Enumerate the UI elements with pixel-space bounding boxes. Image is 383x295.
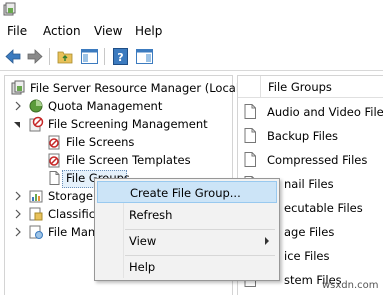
list-item[interactable]: Compressed Files (238, 148, 383, 172)
menu-view[interactable]: View (94, 24, 122, 38)
menu-action[interactable]: Action (43, 24, 81, 38)
tree-label: File Screening Management (48, 117, 208, 131)
file-group-icon (244, 104, 256, 119)
storage-reports-icon (29, 190, 43, 203)
tree-item-quota[interactable]: Quota Management (8, 97, 233, 115)
context-menu-item-label: Help (129, 260, 156, 274)
menu-file[interactable]: File (7, 24, 27, 38)
list-item-label: age Files (284, 225, 335, 239)
tree-item-root[interactable]: File Server Resource Manager (Local) (8, 79, 244, 97)
quota-icon (29, 99, 43, 113)
file-group-icon (244, 128, 256, 143)
title-bar (0, 0, 383, 20)
context-menu-create-file-group[interactable]: Create File Group... (97, 181, 277, 203)
context-menu-item-label: Refresh (129, 208, 173, 222)
show-hide-action-pane-icon[interactable] (135, 47, 154, 66)
menu-bar: File Action View Help (0, 20, 383, 42)
tree-item-file-screen-templates[interactable]: File Screen Templates (8, 151, 233, 169)
file-screen-templates-icon (48, 153, 60, 168)
list-item[interactable]: Backup Files (238, 124, 383, 148)
list-item-label: Backup Files (267, 129, 339, 143)
forward-arrow-icon[interactable] (25, 47, 44, 66)
file-groups-icon (49, 171, 60, 185)
up-folder-icon[interactable] (56, 47, 75, 66)
context-menu-item-label: View (129, 234, 157, 248)
tree-label: File Man (48, 225, 96, 239)
toolbar: ? (0, 42, 383, 71)
expand-arrow-icon[interactable] (14, 209, 22, 219)
list-item-label: nail Files (284, 177, 334, 191)
column-divider (260, 76, 261, 98)
help-icon[interactable]: ? (111, 47, 130, 66)
server-icon (11, 80, 25, 95)
file-screening-icon (29, 116, 44, 132)
classification-icon (29, 207, 43, 221)
context-menu-help[interactable]: Help (97, 256, 277, 278)
menu-help[interactable]: Help (135, 24, 162, 38)
tree-label: File Server Resource Manager (Local) (30, 81, 244, 95)
context-menu-view[interactable]: View (97, 230, 277, 252)
file-group-icon (244, 152, 256, 167)
list-item-label: ice Files (284, 249, 330, 263)
tree-item-file-screening[interactable]: File Screening Management (8, 115, 233, 133)
list-item-label: Compressed Files (267, 153, 368, 167)
toolbar-separator (49, 48, 50, 65)
submenu-arrow-icon (265, 237, 269, 245)
list-item-label: Audio and Video Files (267, 105, 383, 119)
column-header-file-groups[interactable]: File Groups (238, 76, 383, 98)
list-item-label: ecutable Files (284, 201, 363, 215)
tree-label: File Screens (66, 135, 135, 149)
file-management-icon (29, 225, 43, 239)
show-hide-console-tree-icon[interactable] (80, 47, 99, 66)
context-menu-refresh[interactable]: Refresh (97, 204, 277, 226)
expand-arrow-icon[interactable] (14, 191, 22, 201)
svg-text:?: ? (117, 51, 123, 64)
column-header-label: File Groups (268, 80, 332, 94)
tree-label: File Screen Templates (66, 153, 191, 167)
collapse-arrow-icon[interactable] (13, 119, 21, 129)
tree-label: Quota Management (48, 99, 163, 113)
back-arrow-icon[interactable] (4, 47, 23, 66)
watermark: wsxdn.com (322, 280, 379, 291)
file-server-app-icon (3, 2, 16, 16)
expand-arrow-icon[interactable] (14, 227, 22, 237)
file-screens-icon (48, 135, 60, 150)
list-item[interactable]: Audio and Video Files (238, 100, 383, 124)
expand-arrow-icon[interactable] (14, 101, 22, 111)
context-menu: Create File Group... Refresh View Help (94, 178, 280, 281)
context-menu-item-label: Create File Group... (130, 186, 241, 200)
tree-item-file-screens[interactable]: File Screens (8, 133, 233, 151)
toolbar-separator (104, 48, 105, 65)
